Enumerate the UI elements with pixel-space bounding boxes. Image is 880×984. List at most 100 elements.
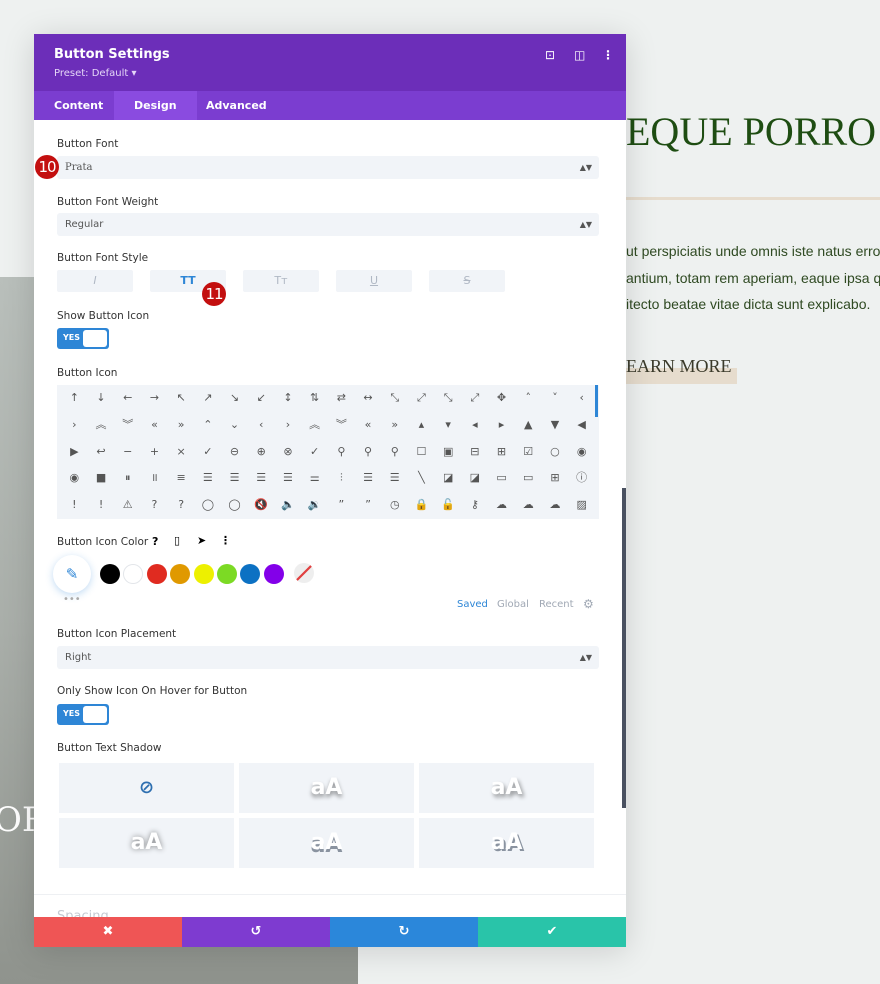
icon-option[interactable]: ▼: [542, 412, 569, 439]
icon-option[interactable]: ︽: [301, 412, 328, 439]
icon-option[interactable]: ↗: [195, 385, 222, 412]
icon-option[interactable]: ╲: [408, 465, 435, 492]
icon-option[interactable]: ︾: [328, 412, 355, 439]
icon-option[interactable]: ⚠: [114, 492, 141, 519]
icon-option[interactable]: ☰: [221, 465, 248, 492]
icon-option[interactable]: ˄: [515, 385, 542, 412]
gear-icon[interactable]: ⚙: [583, 597, 594, 611]
icon-option[interactable]: ✓: [301, 439, 328, 466]
icon-option[interactable]: ︾: [114, 412, 141, 439]
color-tab-recent[interactable]: Recent: [539, 599, 574, 610]
cancel-button[interactable]: ✖: [34, 917, 182, 947]
icon-option[interactable]: ॥: [141, 465, 168, 492]
icon-option[interactable]: ↙: [248, 385, 275, 412]
icon-option[interactable]: ⤡: [435, 385, 462, 412]
eyedropper-icon[interactable]: ✎: [53, 555, 91, 593]
undo-button[interactable]: ↺: [182, 917, 330, 947]
icon-option[interactable]: ⊕: [248, 439, 275, 466]
redo-button[interactable]: ↻: [330, 917, 478, 947]
icon-option[interactable]: 🔇: [248, 492, 275, 519]
shadow-none-option[interactable]: ⊘: [59, 763, 234, 813]
icon-option[interactable]: ▣: [435, 439, 462, 466]
icon-option[interactable]: 🔈: [275, 492, 302, 519]
hover-icon-toggle[interactable]: YES: [57, 704, 109, 725]
icon-option[interactable]: ▭: [488, 465, 515, 492]
learn-more-button[interactable]: EARN MORE: [626, 356, 732, 377]
transparent-swatch[interactable]: [294, 563, 314, 583]
icon-option[interactable]: ✥: [488, 385, 515, 412]
icon-option[interactable]: ⊖: [221, 439, 248, 466]
icon-option[interactable]: ⌃: [195, 412, 222, 439]
preset-dropdown[interactable]: Preset: Default ▾: [54, 68, 136, 79]
icon-option[interactable]: ◷: [381, 492, 408, 519]
icon-option[interactable]: ↑: [61, 385, 88, 412]
icon-option[interactable]: ⏸: [114, 465, 141, 492]
icon-option[interactable]: ⤢: [462, 385, 489, 412]
icon-option[interactable]: ↖: [168, 385, 195, 412]
color-swatch[interactable]: [217, 564, 237, 584]
icon-option[interactable]: 🔉: [301, 492, 328, 519]
color-swatch[interactable]: [123, 564, 144, 584]
color-swatch[interactable]: [170, 564, 191, 584]
icon-option[interactable]: ☰: [381, 465, 408, 492]
icon-option[interactable]: ◉: [568, 439, 595, 466]
icon-option[interactable]: +: [141, 439, 168, 466]
icon-option[interactable]: ”: [355, 492, 382, 519]
icon-option[interactable]: ☰: [275, 465, 302, 492]
icon-option[interactable]: ›: [61, 412, 88, 439]
icon-option[interactable]: ›: [275, 412, 302, 439]
panel-scrollbar[interactable]: [622, 488, 626, 808]
icon-option[interactable]: ◪: [462, 465, 489, 492]
icon-option[interactable]: ☁: [515, 492, 542, 519]
icon-option[interactable]: ↔: [355, 385, 382, 412]
icon-option[interactable]: ▸: [488, 412, 515, 439]
icon-option[interactable]: !: [88, 492, 115, 519]
icon-option[interactable]: −: [114, 439, 141, 466]
icon-option[interactable]: ˅: [542, 385, 569, 412]
icon-option[interactable]: ↘: [221, 385, 248, 412]
icon-option[interactable]: »: [381, 412, 408, 439]
icon-placement-select[interactable]: Right ▲▼: [57, 646, 599, 669]
icon-option[interactable]: !: [61, 492, 88, 519]
icon-option[interactable]: ⤢: [408, 385, 435, 412]
shadow-option[interactable]: aA: [59, 818, 234, 868]
icon-option[interactable]: ▨: [568, 492, 595, 519]
icon-option[interactable]: ⫶: [328, 465, 355, 492]
italic-button[interactable]: I: [57, 270, 133, 292]
shadow-option[interactable]: aA: [419, 763, 594, 813]
icon-option[interactable]: »: [168, 412, 195, 439]
icon-option[interactable]: ◯: [195, 492, 222, 519]
more-icon[interactable]: ⋮: [220, 534, 231, 547]
icon-option[interactable]: ⊗: [275, 439, 302, 466]
icon-option[interactable]: ‹: [568, 385, 595, 412]
split-view-icon[interactable]: ◫: [574, 48, 585, 62]
focus-icon[interactable]: ⊡: [545, 48, 555, 62]
icon-option[interactable]: ☁: [488, 492, 515, 519]
icon-option[interactable]: ←: [114, 385, 141, 412]
icon-option[interactable]: ⊟: [462, 439, 489, 466]
icon-option[interactable]: 🔓: [435, 492, 462, 519]
more-icon[interactable]: ⋮: [602, 48, 614, 62]
color-swatch[interactable]: [240, 564, 261, 584]
icon-option[interactable]: ↕: [275, 385, 302, 412]
color-tab-saved[interactable]: Saved: [457, 599, 488, 610]
icon-option[interactable]: ☰: [248, 465, 275, 492]
icon-option[interactable]: ⤡: [381, 385, 408, 412]
tab-design[interactable]: Design: [114, 91, 197, 120]
button-font-select[interactable]: Prata ▲▼: [57, 156, 599, 179]
icon-option[interactable]: ◂: [462, 412, 489, 439]
more-colors-icon[interactable]: •••: [63, 594, 81, 605]
icon-option[interactable]: ▾: [435, 412, 462, 439]
icon-option[interactable]: ◯: [221, 492, 248, 519]
icon-option[interactable]: ◀: [568, 412, 595, 439]
icon-option[interactable]: ✓: [195, 439, 222, 466]
icon-option[interactable]: ⚲: [355, 439, 382, 466]
icon-option[interactable]: ☰: [355, 465, 382, 492]
tab-advanced[interactable]: Advanced: [186, 91, 287, 120]
icon-option[interactable]: →: [141, 385, 168, 412]
icon-option[interactable]: ↓: [88, 385, 115, 412]
icon-option[interactable]: ☐: [408, 439, 435, 466]
show-icon-toggle[interactable]: YES: [57, 328, 109, 349]
icon-option[interactable]: ↩: [88, 439, 115, 466]
icon-option[interactable]: ⊞: [542, 465, 569, 492]
